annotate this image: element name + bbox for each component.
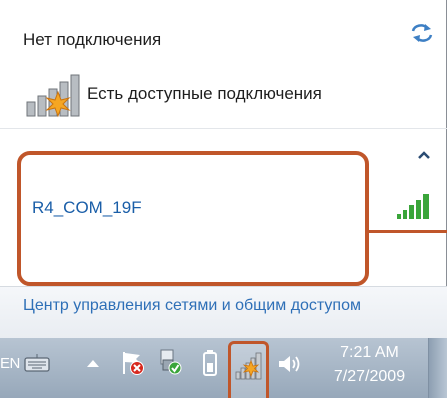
refresh-icon[interactable] — [409, 22, 435, 44]
language-indicator[interactable]: EN — [0, 355, 20, 372]
annotation-connector — [369, 230, 447, 233]
triangle-up-icon[interactable] — [85, 354, 101, 372]
speaker-icon[interactable] — [276, 351, 302, 377]
network-flyout: Нет подключения Есть доступные подключен… — [0, 0, 447, 338]
sync-center-icon[interactable] — [157, 348, 183, 376]
connection-status-title: Нет подключения — [23, 30, 162, 49]
battery-icon[interactable] — [202, 349, 218, 377]
taskbar: EN 7:21 AM 7/27/2009 — [0, 338, 447, 398]
action-center-flag-icon[interactable] — [120, 350, 146, 376]
network-tray-icon[interactable] — [235, 352, 263, 380]
system-clock[interactable]: 7:21 AM 7/27/2009 — [316, 341, 423, 389]
network-ssid: R4_COM_19F — [32, 198, 142, 217]
flyout-footer: Центр управления сетями и общим доступом — [0, 286, 447, 338]
signal-strength-icon — [397, 194, 429, 219]
clock-time: 7:21 AM — [340, 344, 399, 361]
network-center-link[interactable]: Центр управления сетями и общим доступом — [23, 297, 361, 315]
chevron-up-icon[interactable] — [415, 148, 433, 162]
wireless-network-item[interactable]: R4_COM_19F — [17, 151, 369, 286]
available-connections-label: Есть доступные подключения — [87, 84, 322, 103]
show-desktop-button[interactable] — [428, 338, 447, 398]
keyboard-icon[interactable] — [23, 352, 51, 374]
network-available-icon — [26, 74, 80, 118]
section-divider — [0, 128, 447, 129]
clock-date: 7/27/2009 — [333, 368, 406, 385]
